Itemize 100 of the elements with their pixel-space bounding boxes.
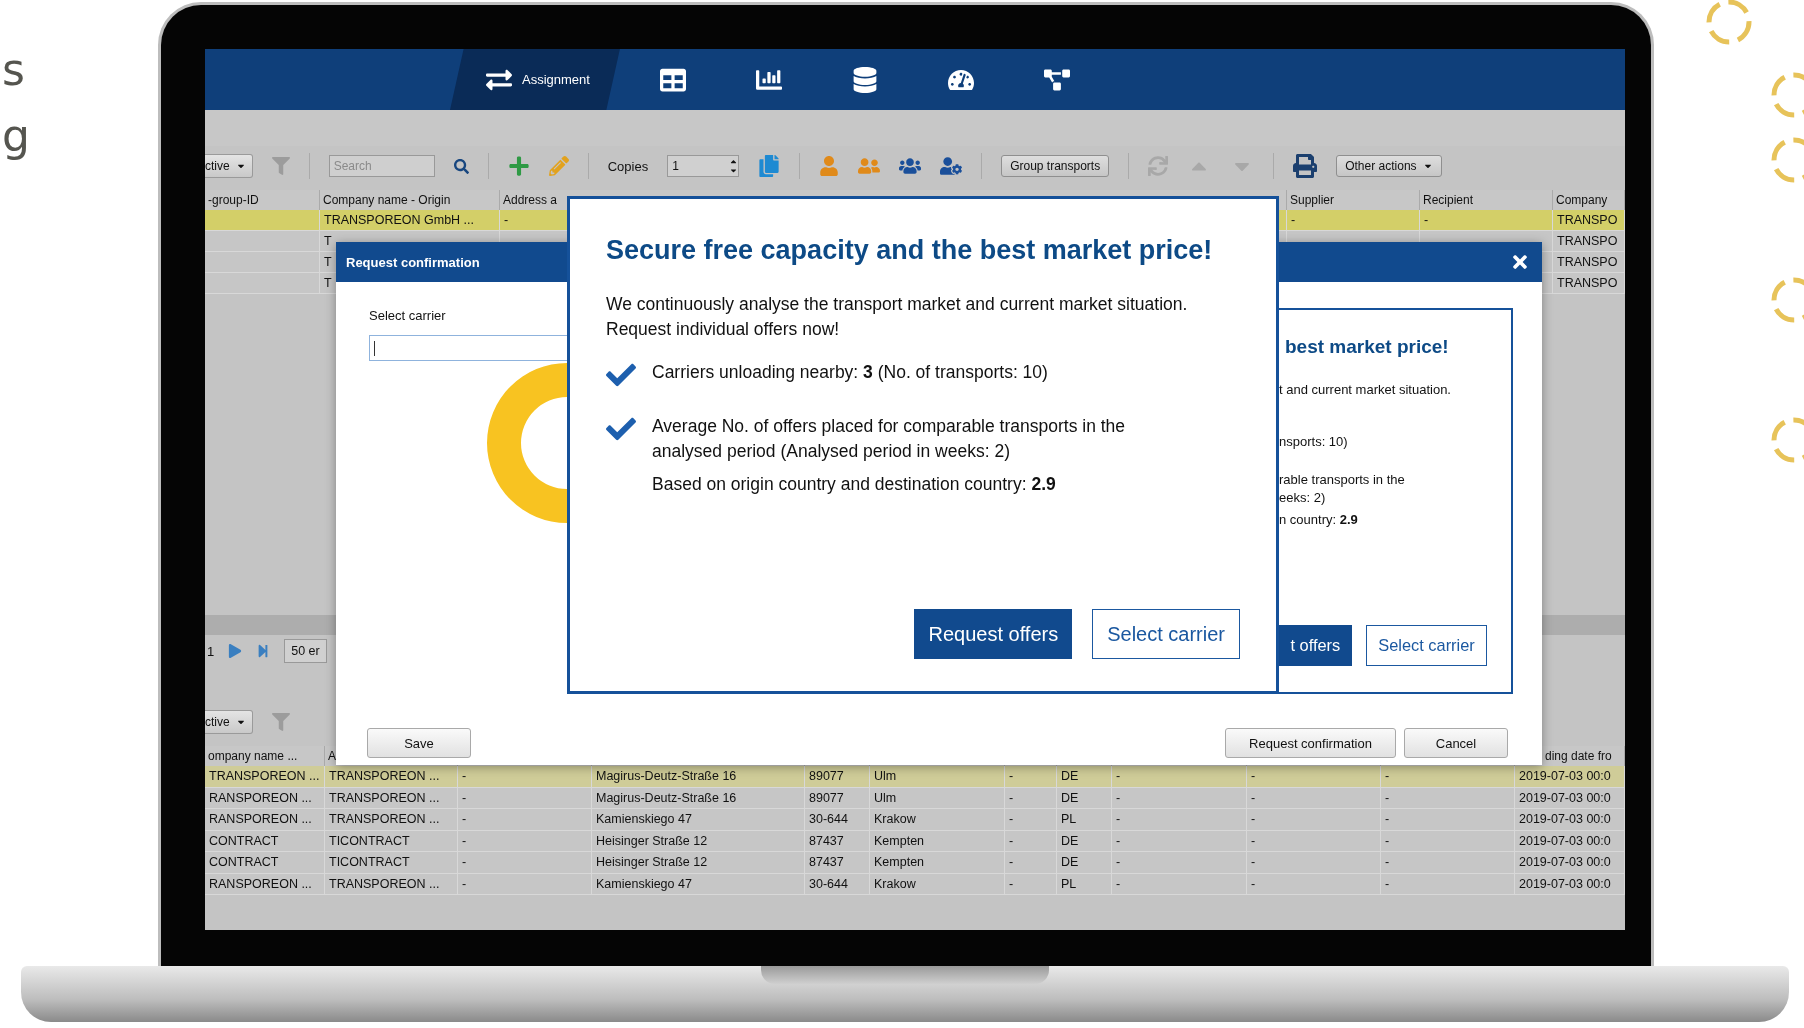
table-cell: - <box>1381 830 1515 852</box>
group-settings-icon[interactable] <box>940 155 963 177</box>
panel-text: eeks: 2) <box>1279 490 1327 506</box>
status-dropdown[interactable]: ctive <box>205 154 253 178</box>
copies-field[interactable]: 1 <box>667 155 740 177</box>
table-cell: Kempten <box>870 830 1005 852</box>
column-header[interactable]: Supplier <box>1287 190 1420 210</box>
search-icon[interactable] <box>453 158 469 174</box>
table-cell: Krakow <box>870 873 1005 895</box>
page-number: 1 <box>207 643 215 659</box>
column-header[interactable]: Company name - Origin <box>320 190 500 210</box>
table-cell: - <box>1381 873 1515 895</box>
table-cell: CONTRACT <box>205 852 325 874</box>
carrier-field[interactable] <box>369 335 569 361</box>
table-cell: DE <box>1057 766 1112 788</box>
popup-item-text: Carriers unloading nearby: 3 (No. of transports: 10) <box>652 361 1049 384</box>
table-cell: 89077 <box>805 787 870 809</box>
table-cell: - <box>1247 787 1381 809</box>
other-actions-button[interactable]: Other actions <box>1336 155 1442 177</box>
add-icon[interactable] <box>507 155 530 177</box>
spin-up-icon[interactable] <box>729 157 739 166</box>
table-cell: Ulm <box>870 766 1005 788</box>
dialog-title: Request confirmation <box>346 254 480 270</box>
table-cell: 2019-07-03 00:0 <box>1515 766 1625 788</box>
save-button[interactable]: Save <box>367 728 471 758</box>
group-transports-button[interactable]: Group transports <box>1001 155 1110 177</box>
refresh-icon[interactable] <box>1148 156 1169 176</box>
table-cell: Heisinger Straße 12 <box>592 830 805 852</box>
table-cell: TRANSPO <box>1553 210 1625 231</box>
table-cell: - <box>1247 766 1381 788</box>
close-icon[interactable] <box>1510 252 1530 272</box>
table-cell: Ulm <box>870 787 1005 809</box>
table-cell: - <box>458 809 592 831</box>
table-cell: TICONTRACT <box>325 852 458 874</box>
request-confirmation-button[interactable]: Request confirmation <box>1225 728 1396 758</box>
select-carrier-button[interactable]: Select carrier <box>1092 609 1240 659</box>
cancel-button[interactable]: Cancel <box>1404 728 1508 758</box>
popup-item-text: Average No. of offers placed for comparable transports in the analysed period (Analysed period in weeks: 2) <box>652 415 1127 463</box>
table-cell: Magirus-Deutz-Straße 16 <box>592 766 805 788</box>
nav-tab[interactable]: Assignment <box>450 49 620 110</box>
request-offers-button[interactable]: Request offers <box>914 609 1073 659</box>
table-cell: - <box>458 830 592 852</box>
table-cell: - <box>1381 852 1515 874</box>
table-cell: - <box>1381 809 1515 831</box>
table-cell: DE <box>1057 852 1112 874</box>
table-cell: Magirus-Deutz-Straße 16 <box>592 787 805 809</box>
popup-title: Secure free capacity and the best market price! <box>606 235 1214 266</box>
copies-label: Copies <box>607 158 649 174</box>
person-icon[interactable] <box>819 156 840 176</box>
table-cell: - <box>1005 852 1057 874</box>
edit-icon[interactable] <box>548 156 569 176</box>
status-dropdown[interactable]: ctive <box>205 710 253 734</box>
column-header[interactable]: Company <box>1553 190 1625 210</box>
table-cell: - <box>1381 766 1515 788</box>
grid-icon <box>659 66 686 93</box>
group-icon[interactable] <box>899 155 922 177</box>
table-cell: 2019-07-03 00:0 <box>1515 852 1625 874</box>
table-cell: 89077 <box>805 766 870 788</box>
database-icon <box>851 66 878 93</box>
table-cell: - <box>1247 830 1381 852</box>
table-cell: PL <box>1057 809 1112 831</box>
table-cell: Krakow <box>870 809 1005 831</box>
request-offers-button[interactable]: t offers <box>1279 625 1352 666</box>
table-cell: TRANSPOREON ... <box>325 787 458 809</box>
next-page-icon[interactable] <box>228 644 243 658</box>
field-label: Select carrier <box>369 308 446 323</box>
table-cell: DE <box>1057 787 1112 809</box>
column-header[interactable]: -group-ID <box>205 190 320 210</box>
search-field[interactable]: Search <box>328 155 435 177</box>
column-header[interactable]: ompany name ... <box>205 746 325 766</box>
table-cell: Heisinger Straße 12 <box>592 852 805 874</box>
table-cell: - <box>1005 830 1057 852</box>
table-cell: CONTRACT <box>205 830 325 852</box>
panel-text: rable transports in the <box>1279 472 1406 488</box>
table-cell: Kamienskiego 47 <box>592 809 805 831</box>
table-cell: - <box>458 766 592 788</box>
table-cell: - <box>1112 766 1247 788</box>
table-cell: TRANSPOREON ... <box>205 766 325 788</box>
table-cell: - <box>1247 852 1381 874</box>
table-cell: TRANSPOREON ... <box>325 809 458 831</box>
table-cell: RANSPOREON ... <box>205 809 325 831</box>
table-cell: RANSPOREON ... <box>205 873 325 895</box>
table-cell: 87437 <box>805 852 870 874</box>
copy-icon[interactable] <box>758 155 781 177</box>
filter-icon[interactable] <box>271 157 290 175</box>
people-icon[interactable] <box>858 155 881 177</box>
filter-icon[interactable] <box>271 713 290 731</box>
table-cell: - <box>1005 873 1057 895</box>
print-icon[interactable] <box>1293 154 1318 178</box>
table-cell: PL <box>1057 873 1112 895</box>
select-carrier-button[interactable]: Select carrier <box>1365 625 1488 666</box>
page-size-field[interactable]: 50 er <box>284 639 327 663</box>
table-cell: - <box>458 787 592 809</box>
spin-down-icon[interactable] <box>729 166 739 175</box>
table-cell: - <box>1112 787 1247 809</box>
table-cell: RANSPOREON ... <box>205 787 325 809</box>
side-text: s <box>2 44 25 95</box>
table-cell: - <box>458 852 592 874</box>
table-cell: TRANSPOREON ... <box>325 873 458 895</box>
table-cell: TRANSPOREON ... <box>325 766 458 788</box>
